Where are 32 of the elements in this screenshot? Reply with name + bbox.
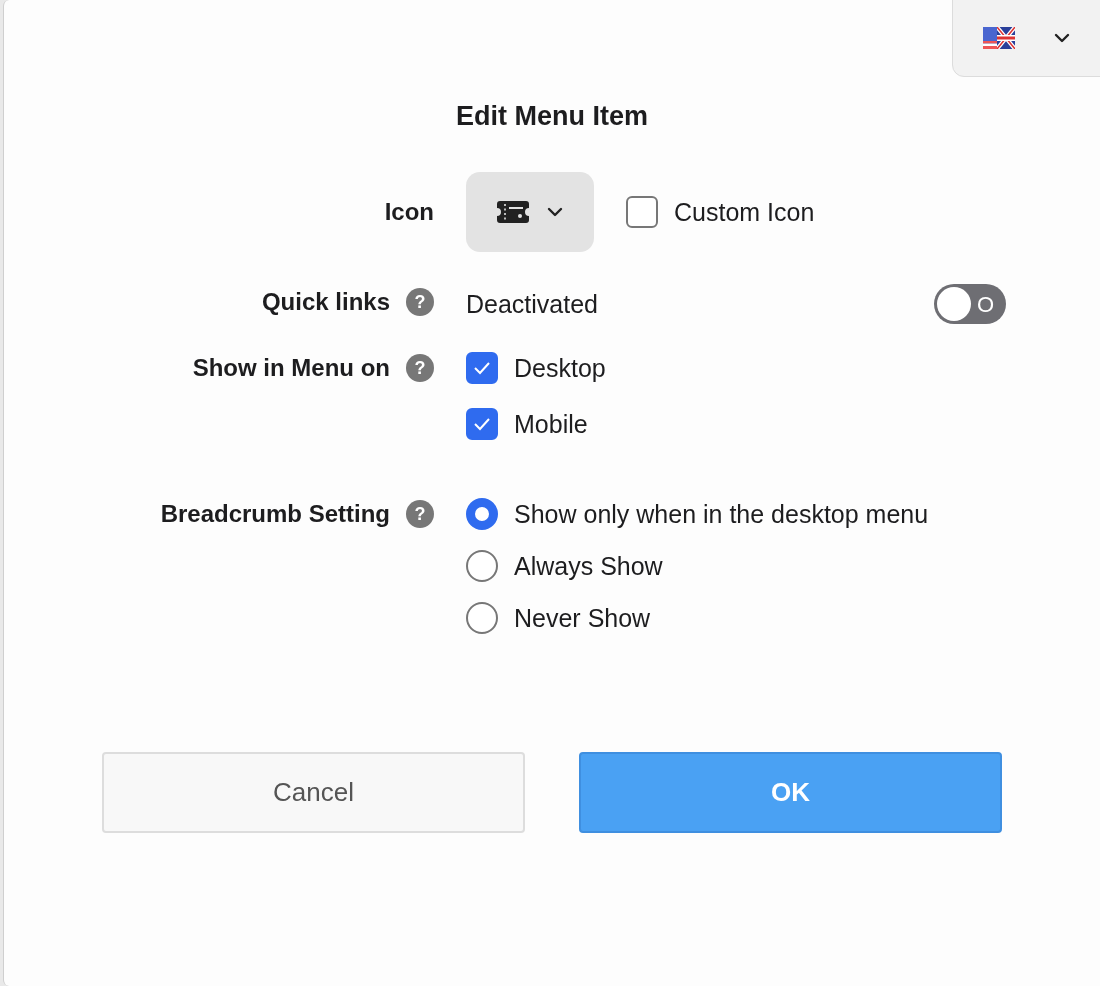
language-selector[interactable] (952, 0, 1100, 77)
cancel-button[interactable]: Cancel (102, 752, 525, 833)
checkbox[interactable] (466, 352, 498, 384)
help-icon[interactable]: ? (406, 500, 434, 528)
help-icon[interactable]: ? (406, 288, 434, 316)
checkbox-label: Custom Icon (674, 197, 815, 228)
radio-button[interactable] (466, 498, 498, 530)
help-icon[interactable]: ? (406, 354, 434, 382)
radio-button[interactable] (466, 602, 498, 634)
toggle-switch[interactable]: O (934, 284, 1006, 324)
checkbox-label: Mobile (514, 409, 588, 440)
field-label: Show in Menu on (192, 353, 390, 383)
ticket-icon (497, 201, 529, 223)
radio-label: Always Show (514, 551, 663, 582)
check-icon (473, 361, 491, 375)
flag-icon (982, 27, 1015, 49)
status-text: Deactivated (466, 289, 599, 320)
radio-label: Show only when in the desktop menu (514, 499, 929, 530)
radio-label: Never Show (514, 603, 651, 634)
caret-icon (1054, 33, 1071, 43)
radio-button[interactable] (466, 550, 498, 582)
checkbox[interactable] (626, 196, 658, 228)
field-label: Icon (384, 197, 434, 227)
ok-button[interactable]: OK (579, 752, 1002, 833)
checkbox[interactable] (466, 408, 498, 440)
icon-picker[interactable] (466, 172, 594, 252)
check-icon (473, 417, 491, 431)
dialog-title: Edit Menu Item (456, 100, 648, 133)
field-label: Quick links (261, 287, 390, 317)
checkbox-label: Desktop (514, 353, 606, 384)
caret-icon (547, 207, 563, 217)
field-label: Breadcrumb Setting (160, 499, 390, 529)
